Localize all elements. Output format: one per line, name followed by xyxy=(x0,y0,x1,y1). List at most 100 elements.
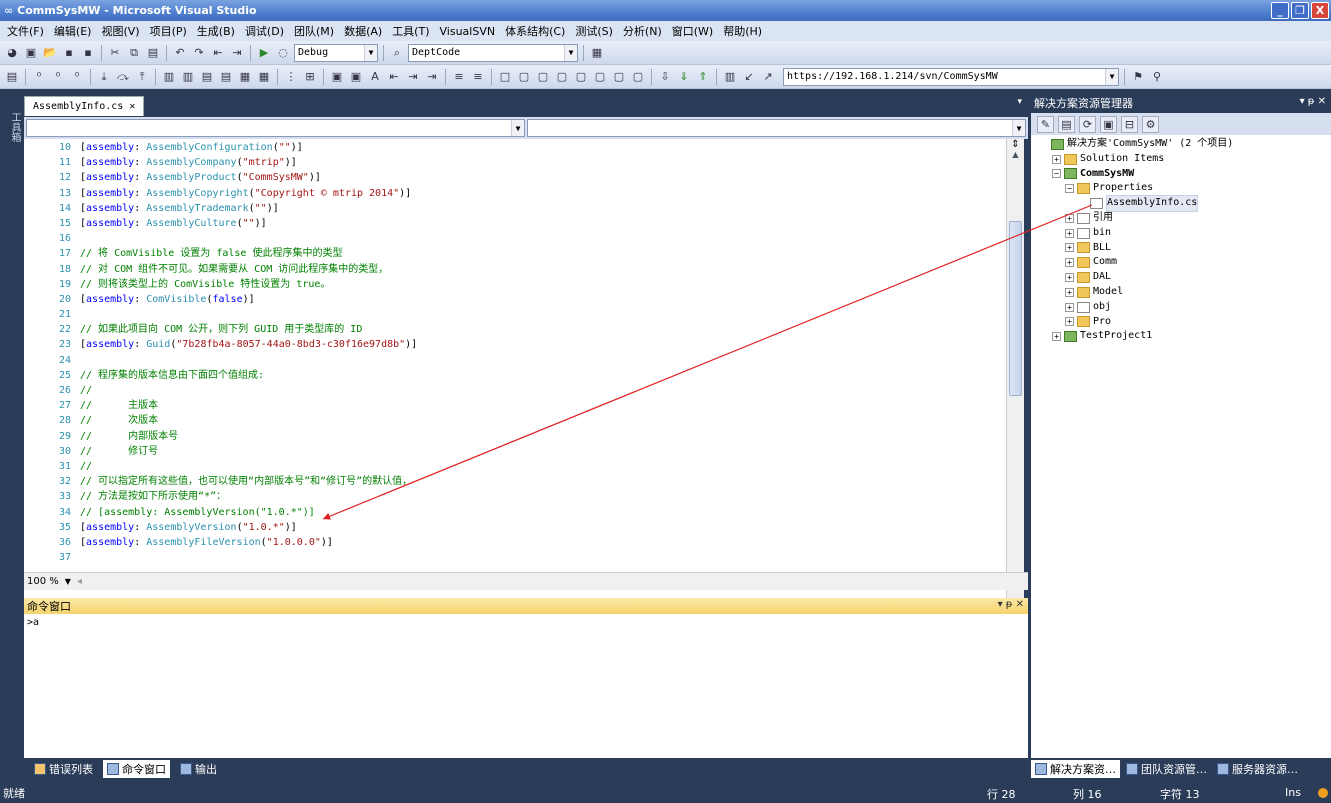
comment-out-icon[interactable]: ≡ xyxy=(451,69,467,85)
window-layout-icon[interactable]: ▥ xyxy=(161,69,177,85)
cut-icon[interactable]: ✂ xyxy=(107,45,123,61)
menu-team[interactable]: 团队(M) xyxy=(289,23,339,39)
tree-node[interactable]: + TestProject1 xyxy=(1031,329,1331,344)
solution-explorer-icon[interactable]: ▦ xyxy=(589,45,605,61)
code-line[interactable]: 36[assembly: AssemblyFileVersion("1.0.0.… xyxy=(24,535,1006,550)
window-layout-icon[interactable]: ▤ xyxy=(199,69,215,85)
expand-icon[interactable]: + xyxy=(1065,317,1074,327)
code-line[interactable]: 37 xyxy=(24,550,1006,565)
class-view-icon[interactable]: ▣ xyxy=(348,69,364,85)
comment-icon[interactable]: ▤ xyxy=(4,69,20,85)
code-line[interactable]: 35[assembly: AssemblyVersion("1.0.*")] xyxy=(24,520,1006,535)
svn-icon[interactable]: ▥ xyxy=(722,69,738,85)
bookmark-prev-icon[interactable]: ⁰ xyxy=(50,69,66,85)
split-handle-icon[interactable]: ⇕ xyxy=(1007,139,1024,150)
expand-icon[interactable]: + xyxy=(1052,332,1061,342)
code-line[interactable]: 28 // 次版本 xyxy=(24,413,1006,428)
refresh-icon[interactable]: ⟳ xyxy=(1079,115,1096,133)
menu-project[interactable]: 项目(P) xyxy=(145,23,192,39)
menu-build[interactable]: 生成(B) xyxy=(192,23,240,39)
tab-error-list[interactable]: 错误列表 xyxy=(30,760,97,778)
command-input[interactable]: >a xyxy=(24,614,1028,631)
tree-node[interactable]: + Comm xyxy=(1031,255,1331,270)
code-line[interactable]: 11[assembly: AssemblyCompany("mtrip")] xyxy=(24,155,1006,170)
tree-node[interactable]: + obj xyxy=(1031,300,1331,315)
code-line[interactable]: 17 // 将 ComVisible 设置为 false 使此程序集中的类型 xyxy=(24,246,1006,261)
svn-icon[interactable]: ⚲ xyxy=(1149,69,1165,85)
scroll-thumb[interactable] xyxy=(1009,221,1022,396)
expand-icon[interactable]: + xyxy=(1065,302,1074,312)
types-dropdown[interactable]: ▼ xyxy=(26,119,525,137)
code-line[interactable]: 20[assembly: ComVisible(false)] xyxy=(24,292,1006,307)
save-all-icon[interactable]: ▪ xyxy=(80,45,96,61)
code-line[interactable]: 12[assembly: AssemblyProduct("CommSysMW"… xyxy=(24,170,1006,185)
maximize-button[interactable]: ❐ xyxy=(1291,2,1309,19)
tree-node[interactable]: + BLL xyxy=(1031,241,1331,256)
expand-icon[interactable]: + xyxy=(1052,154,1061,164)
menu-tools[interactable]: 工具(T) xyxy=(387,23,434,39)
collapse-icon[interactable]: − xyxy=(1052,169,1061,179)
menu-view[interactable]: 视图(V) xyxy=(96,23,144,39)
tree-node[interactable]: + bin xyxy=(1031,226,1331,241)
step-into-icon[interactable]: ⤓ xyxy=(96,69,112,85)
code-line[interactable]: 26 // xyxy=(24,383,1006,398)
code-line[interactable]: 10[assembly: AssemblyConfiguration("")] xyxy=(24,140,1006,155)
find-combo[interactable]: DeptCode ▼ xyxy=(408,43,578,62)
window-layout-icon[interactable]: ▥ xyxy=(180,69,196,85)
outdent-icon[interactable]: ⇤ xyxy=(386,69,402,85)
tree-node[interactable]: 解决方案'CommSysMW' (2 个项目) xyxy=(1031,137,1331,152)
svn-update-icon[interactable]: ⇓ xyxy=(676,69,692,85)
font-size-icon[interactable]: A xyxy=(367,69,383,85)
toolbox-strip[interactable]: 工具箱 xyxy=(0,90,22,784)
toggle-icon[interactable]: ▢ xyxy=(535,69,551,85)
redo-icon[interactable]: ↷ xyxy=(191,45,207,61)
collapse-icon[interactable]: − xyxy=(1065,184,1074,194)
scroll-up-icon[interactable]: ▲ xyxy=(1007,150,1024,159)
view-code-icon[interactable]: ▣ xyxy=(1100,115,1117,133)
scroll-left-icon[interactable]: ◂ xyxy=(77,576,82,587)
add-item-icon[interactable]: ▣ xyxy=(23,45,39,61)
tree-node[interactable]: + DAL xyxy=(1031,270,1331,285)
menu-data[interactable]: 数据(A) xyxy=(339,23,387,39)
tree-node[interactable]: − CommSysMW xyxy=(1031,167,1331,182)
window-controls[interactable]: ▾ ᵽ ✕ xyxy=(998,599,1024,610)
expand-icon[interactable]: + xyxy=(1065,213,1074,223)
navigate-forward-icon[interactable]: ⇥ xyxy=(229,45,245,61)
start-debug-icon[interactable]: ▶ xyxy=(256,45,272,61)
expand-icon[interactable]: + xyxy=(1065,228,1074,238)
tab-server-explorer[interactable]: 服务器资源… xyxy=(1213,760,1302,778)
close-button[interactable]: X xyxy=(1311,2,1329,19)
uncomment-icon[interactable]: ≡ xyxy=(470,69,486,85)
expand-icon[interactable]: + xyxy=(1065,258,1074,268)
object-browser-icon[interactable]: ▣ xyxy=(329,69,345,85)
indent-icon[interactable]: ⇥ xyxy=(424,69,440,85)
tab-assemblyinfo[interactable]: AssemblyInfo.cs ✕ xyxy=(24,96,145,116)
menu-debug[interactable]: 调试(D) xyxy=(240,23,289,39)
tree-node[interactable]: + Pro xyxy=(1031,315,1331,330)
toggle-icon[interactable]: ▢ xyxy=(516,69,532,85)
save-icon[interactable]: ▪ xyxy=(61,45,77,61)
tab-solution-explorer[interactable]: 解决方案资… xyxy=(1031,760,1120,778)
code-line[interactable]: 32 // 可以指定所有这些值，也可以使用“内部版本号”和“修订号”的默认值， xyxy=(24,474,1006,489)
undo-icon[interactable]: ↶ xyxy=(172,45,188,61)
toggle-icon[interactable]: ▢ xyxy=(554,69,570,85)
code-line[interactable]: 31 // xyxy=(24,459,1006,474)
window-layout-icon[interactable]: ▦ xyxy=(256,69,272,85)
step-over-icon[interactable]: ⤼ xyxy=(115,69,131,85)
code-line[interactable]: 30 // 修订号 xyxy=(24,444,1006,459)
code-line[interactable]: 34 // [assembly: AssemblyVersion("1.0.*")… xyxy=(24,505,1006,520)
menu-architecture[interactable]: 体系结构(C) xyxy=(500,23,570,39)
menu-test[interactable]: 测试(S) xyxy=(570,23,618,39)
window-controls[interactable]: ▾ ᵽ ✕ xyxy=(1300,96,1326,107)
window-layout-icon[interactable]: ▦ xyxy=(237,69,253,85)
svn-icon[interactable]: ↗ xyxy=(760,69,776,85)
menu-visualsvn[interactable]: VisualSVN xyxy=(435,25,501,38)
view-class-icon[interactable]: ⊟ xyxy=(1121,115,1138,133)
code-line[interactable]: 14[assembly: AssemblyTrademark("")] xyxy=(24,201,1006,216)
bookmark-toggle-icon[interactable]: ⁰ xyxy=(31,69,47,85)
menu-file[interactable]: 文件(F) xyxy=(2,23,49,39)
toggle-icon[interactable]: ▢ xyxy=(592,69,608,85)
new-project-icon[interactable]: ◕ xyxy=(4,45,20,61)
code-line[interactable]: 16 xyxy=(24,231,1006,246)
code-line[interactable]: 22 // 如果此项目向 COM 公开，则下列 GUID 用于类型库的 ID xyxy=(24,322,1006,337)
